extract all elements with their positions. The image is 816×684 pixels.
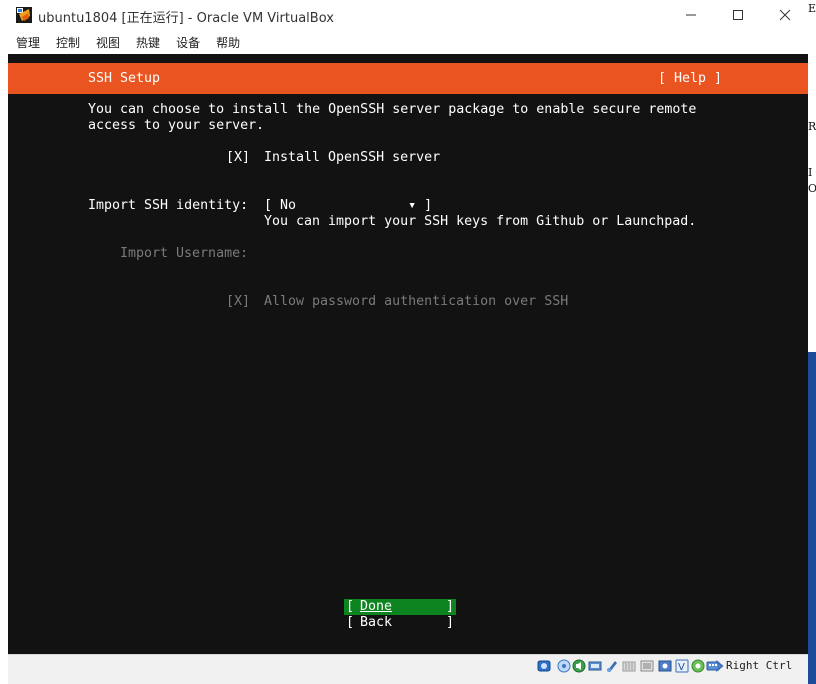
menu-control[interactable]: 控制 bbox=[56, 34, 80, 51]
menu-view[interactable]: 视图 bbox=[96, 34, 120, 51]
virtualbox-icon bbox=[16, 7, 32, 23]
background-text-char: R bbox=[808, 120, 816, 133]
page-title: SSH Setup bbox=[88, 71, 161, 86]
title-bar[interactable]: ubuntu1804 [正在运行] - Oracle VM VirtualBox bbox=[0, 0, 808, 30]
import-identity-select[interactable]: [ No ▾ ] bbox=[264, 198, 432, 214]
background-text-char: O bbox=[808, 182, 816, 195]
menu-help[interactable]: 帮助 bbox=[216, 34, 240, 51]
back-bracket-open: [ bbox=[346, 615, 355, 630]
close-button[interactable] bbox=[762, 0, 808, 30]
maximize-button[interactable] bbox=[715, 0, 761, 30]
mouse-integration-icon[interactable] bbox=[691, 659, 705, 673]
allow-password-checkbox[interactable]: [X] bbox=[226, 294, 250, 310]
menu-manage[interactable]: 管理 bbox=[16, 34, 40, 51]
description-line-1: You can choose to install the OpenSSH se… bbox=[88, 102, 697, 117]
help-button[interactable]: [ Help ] bbox=[658, 71, 722, 87]
install-openssh-checkbox[interactable]: [X] bbox=[226, 150, 250, 166]
maximize-icon bbox=[733, 10, 743, 20]
back-button[interactable]: [ Back ] bbox=[344, 615, 456, 631]
shared-folder-icon[interactable] bbox=[622, 659, 636, 673]
network-icon[interactable] bbox=[588, 659, 602, 673]
import-identity-label: Import SSH identity: bbox=[88, 198, 249, 213]
menu-hotkeys[interactable]: 热键 bbox=[136, 34, 160, 51]
hard-disk-icon[interactable] bbox=[537, 659, 551, 673]
description-line-2: access to your server. bbox=[88, 118, 265, 133]
recording-icon[interactable] bbox=[658, 659, 672, 673]
import-identity-hint: You can import your SSH keys from Github… bbox=[264, 214, 697, 229]
close-icon bbox=[779, 9, 791, 21]
back-bracket-close: ] bbox=[446, 615, 455, 630]
done-bracket-open: [ bbox=[346, 599, 355, 614]
background-desktop-edge bbox=[808, 352, 816, 684]
window-title: ubuntu1804 [正在运行] - Oracle VM VirtualBox bbox=[38, 11, 334, 26]
virtualbox-window: ubuntu1804 [正在运行] - Oracle VM VirtualBox… bbox=[0, 0, 808, 684]
back-label: Back bbox=[360, 615, 393, 630]
svg-text:V: V bbox=[678, 662, 685, 673]
minimize-icon bbox=[686, 14, 696, 16]
vm-display[interactable]: SSH Setup [ Help ] You can choose to ins… bbox=[8, 54, 808, 654]
done-label: Done bbox=[360, 599, 393, 614]
done-button[interactable]: [ Done ] bbox=[344, 599, 456, 615]
menu-devices[interactable]: 设备 bbox=[176, 34, 200, 51]
optical-drive-icon[interactable] bbox=[557, 659, 571, 673]
usb-icon[interactable] bbox=[605, 659, 619, 673]
background-text-char: I bbox=[808, 166, 813, 179]
menu-bar: 管理 控制 视图 热键 设备 帮助 bbox=[0, 30, 808, 54]
host-key-label[interactable]: Right Ctrl bbox=[726, 659, 792, 672]
audio-icon[interactable] bbox=[572, 659, 586, 673]
background-text-char: E bbox=[808, 2, 816, 15]
import-username-label: Import Username: bbox=[120, 246, 249, 261]
install-openssh-label: Install OpenSSH server bbox=[264, 150, 441, 165]
allow-password-label: Allow password authentication over SSH bbox=[264, 294, 569, 309]
installer-header: SSH Setup [ Help ] bbox=[8, 63, 808, 94]
display-icon[interactable] bbox=[640, 659, 654, 673]
virtualization-icon[interactable]: V bbox=[675, 659, 689, 673]
done-bracket-close: ] bbox=[446, 599, 455, 614]
host-key-arrow-icon bbox=[715, 660, 724, 672]
minimize-button[interactable] bbox=[668, 0, 714, 30]
status-bar: V Right Ctrl bbox=[8, 654, 808, 684]
